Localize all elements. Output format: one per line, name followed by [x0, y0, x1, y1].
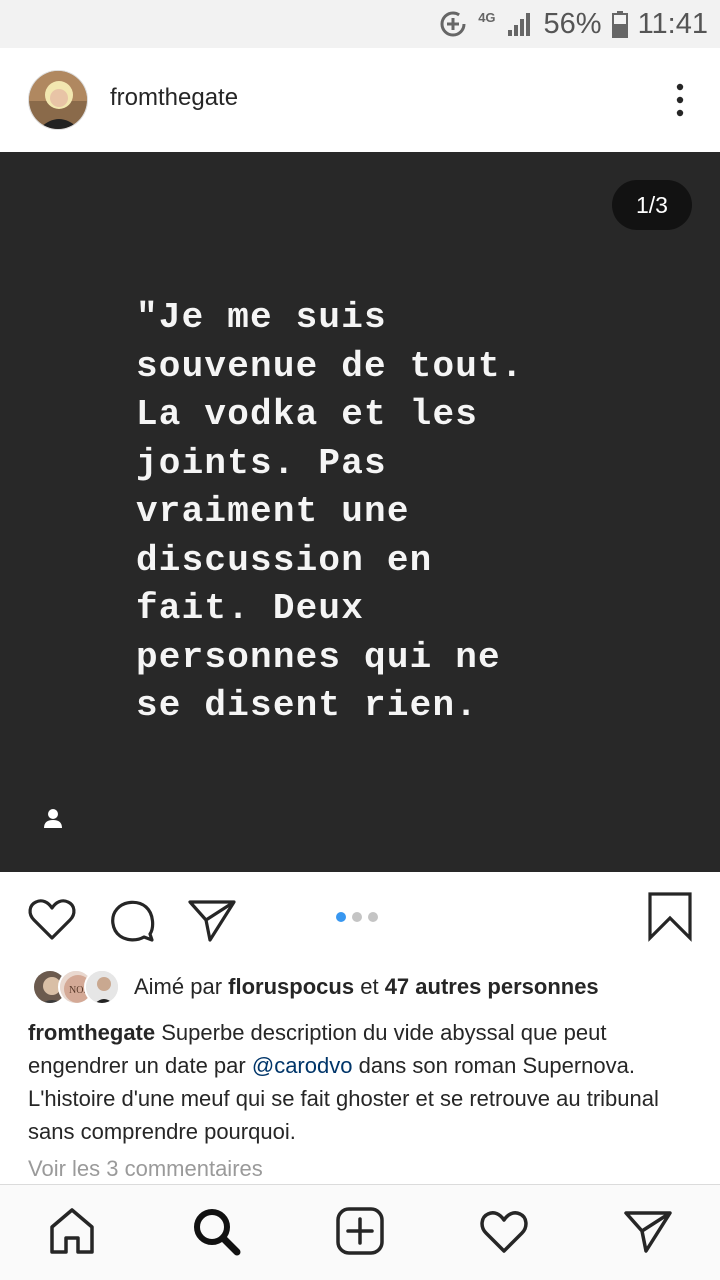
heart-icon[interactable] [26, 894, 78, 946]
status-bar: 4G 56% 11:41 [0, 0, 720, 48]
user-tag-icon[interactable] [40, 806, 66, 832]
post-quote-text: "Je me suis souvenue de tout. La vodka e… [136, 297, 524, 726]
likes-count[interactable]: 47 autres personnes [385, 974, 599, 999]
liker-username[interactable]: floruspocus [228, 974, 354, 999]
likes-prefix: Aimé par [134, 974, 223, 999]
more-options-icon[interactable] [672, 82, 688, 118]
caption-username[interactable]: fromthegate [28, 1020, 155, 1045]
carousel-dot [336, 912, 346, 922]
carousel-indicator [336, 912, 378, 922]
clock: 11:41 [637, 7, 708, 40]
carousel-dot [352, 912, 362, 922]
post-username[interactable]: fromthegate [110, 84, 238, 112]
post-header: fromthegate [0, 48, 720, 152]
search-icon[interactable] [190, 1205, 242, 1257]
bookmark-icon[interactable] [644, 890, 696, 942]
data-saver-icon [440, 11, 466, 37]
likes-row[interactable]: NON Aimé par floruspocus et 47 autres pe… [32, 966, 599, 1008]
battery-level: 56% [543, 7, 602, 40]
view-comments-link[interactable]: Voir les 3 commentaires [28, 1156, 263, 1182]
likes-text: Aimé par floruspocus et 47 autres person… [134, 974, 599, 1000]
post-image[interactable]: 1/3 "Je me suis souvenue de tout. La vod… [0, 152, 720, 872]
direct-icon[interactable] [622, 1205, 674, 1257]
send-icon[interactable] [186, 894, 238, 946]
likes-conjunction: et [360, 974, 379, 999]
post-caption: fromthegate Superbe description du vide … [28, 1016, 698, 1148]
carousel-counter: 1/3 [612, 180, 692, 230]
battery-icon [611, 11, 628, 38]
add-icon[interactable] [334, 1205, 386, 1257]
activity-icon[interactable] [478, 1205, 530, 1257]
caption-mention[interactable]: @carodvo [252, 1053, 353, 1078]
post-actions [0, 872, 720, 962]
liker-avatar [84, 969, 120, 1005]
network-type: 4G [478, 10, 496, 25]
carousel-dot [368, 912, 378, 922]
comment-icon[interactable] [106, 894, 158, 946]
signal-icon [507, 13, 530, 36]
home-icon[interactable] [46, 1205, 98, 1257]
avatar[interactable] [28, 70, 88, 130]
bottom-navigation [0, 1184, 720, 1280]
